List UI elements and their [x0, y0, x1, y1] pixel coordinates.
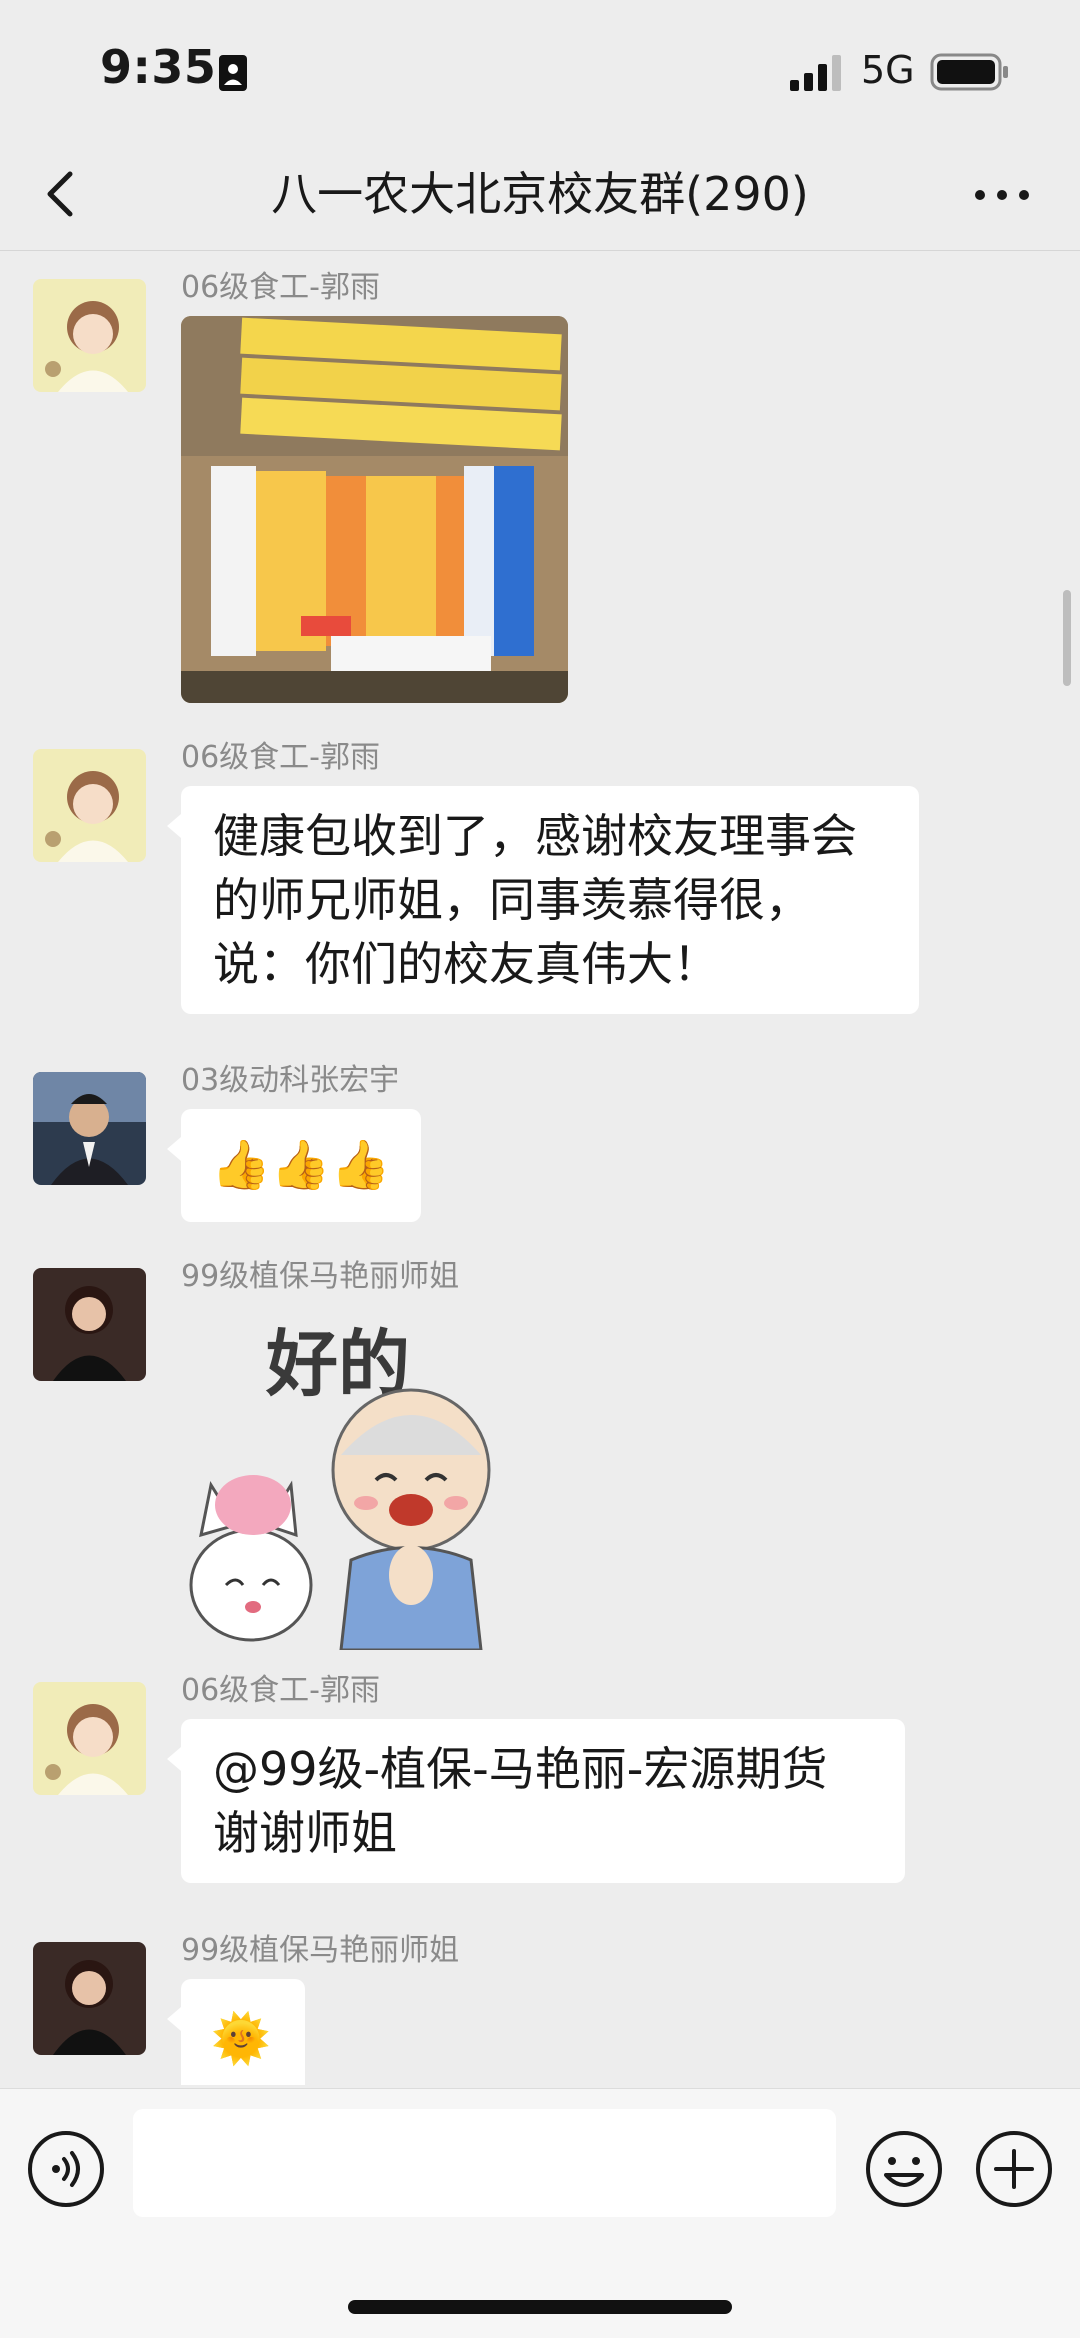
avatar[interactable] — [33, 1072, 146, 1185]
avatar-image — [33, 1682, 146, 1795]
message-line: @99级-植保-马艳丽-宏源期货 — [213, 1742, 828, 1796]
avatar[interactable] — [33, 1682, 146, 1795]
more-icon[interactable] — [972, 180, 1032, 210]
avatar-image — [33, 279, 146, 392]
sender-name: 06级食工-郭雨 — [181, 270, 380, 305]
sender-name: 03级动科张宏宇 — [181, 1063, 400, 1098]
message-line: 的师兄师姐，同事羡慕得很， — [213, 873, 811, 927]
message-item: 06级食工-郭雨 — [0, 270, 1080, 756]
message-item: 03级动科张宏宇 👍👍👍 — [0, 1063, 1080, 1222]
message-item: 06级食工-郭雨 @99级-植保-马艳丽-宏源期货 谢谢师姐 — [0, 1673, 1080, 1883]
text-message[interactable]: @99级-植保-马艳丽-宏源期货 谢谢师姐 — [167, 1719, 905, 1883]
emoji-message[interactable]: 🌞 — [167, 1979, 305, 2085]
avatar[interactable] — [33, 1268, 146, 1381]
sticker-illustration — [189, 1388, 491, 1650]
sticker-message[interactable]: 好的 — [181, 1305, 511, 1650]
message-line: 说：你们的校友真伟大！ — [213, 937, 719, 991]
emoji-content: 🌞 — [211, 2011, 271, 2067]
message-item: 99级植保马艳丽师姐 好的 — [0, 1259, 1080, 1665]
avatar-image — [33, 749, 146, 862]
emoji-icon[interactable] — [864, 2129, 944, 2209]
status-time: 9:35 — [100, 40, 217, 94]
plus-icon[interactable] — [974, 2129, 1054, 2209]
home-indicator[interactable] — [348, 2300, 732, 2314]
network-type: 5G — [861, 48, 915, 92]
avatar-image — [33, 1072, 146, 1185]
message-item: 99级植保马艳丽师姐 🌞 — [0, 1933, 1080, 2085]
id-card-icon — [219, 55, 247, 91]
sender-name: 99级植保马艳丽师姐 — [181, 1933, 460, 1968]
sender-name: 06级食工-郭雨 — [181, 740, 380, 775]
sender-name: 99级植保马艳丽师姐 — [181, 1259, 460, 1294]
text-message[interactable]: 健康包收到了，感谢校友理事会 的师兄师姐，同事羡慕得很， 说：你们的校友真伟大！ — [167, 786, 919, 1014]
avatar-image — [33, 1268, 146, 1381]
avatar[interactable] — [33, 279, 146, 392]
emoji-message[interactable]: 👍👍👍 — [167, 1109, 421, 1222]
emoji-content: 👍👍👍 — [211, 1137, 391, 1193]
message-line: 健康包收到了，感谢校友理事会 — [213, 809, 857, 863]
scroll-indicator[interactable] — [1063, 590, 1071, 686]
voice-icon[interactable] — [26, 2129, 106, 2209]
message-line: 谢谢师姐 — [213, 1806, 397, 1860]
avatar[interactable] — [33, 749, 146, 862]
message-input[interactable] — [133, 2109, 836, 2217]
chat-title: 八一农大北京校友群(290) — [271, 167, 809, 221]
avatar[interactable] — [33, 1942, 146, 2055]
message-item: 06级食工-郭雨 健康包收到了，感谢校友理事会 的师兄师姐，同事羡慕得很， 说：… — [0, 740, 1080, 1014]
message-list[interactable]: 06级食工-郭雨 06级食工-郭雨 健康包收到了，感谢校友理事会 的师兄师姐，同… — [0, 251, 1080, 2085]
photo-message[interactable] — [181, 316, 568, 703]
back-icon[interactable] — [40, 164, 80, 224]
medicine-box-photo — [181, 316, 568, 703]
cellular-signal-icon — [790, 55, 841, 91]
status-bar: 9:35 5G — [0, 0, 1080, 140]
avatar-image — [33, 1942, 146, 2055]
sender-name: 06级食工-郭雨 — [181, 1673, 380, 1708]
battery-icon — [930, 53, 1008, 91]
chat-header: 八一农大北京校友群(290) — [0, 140, 1080, 251]
